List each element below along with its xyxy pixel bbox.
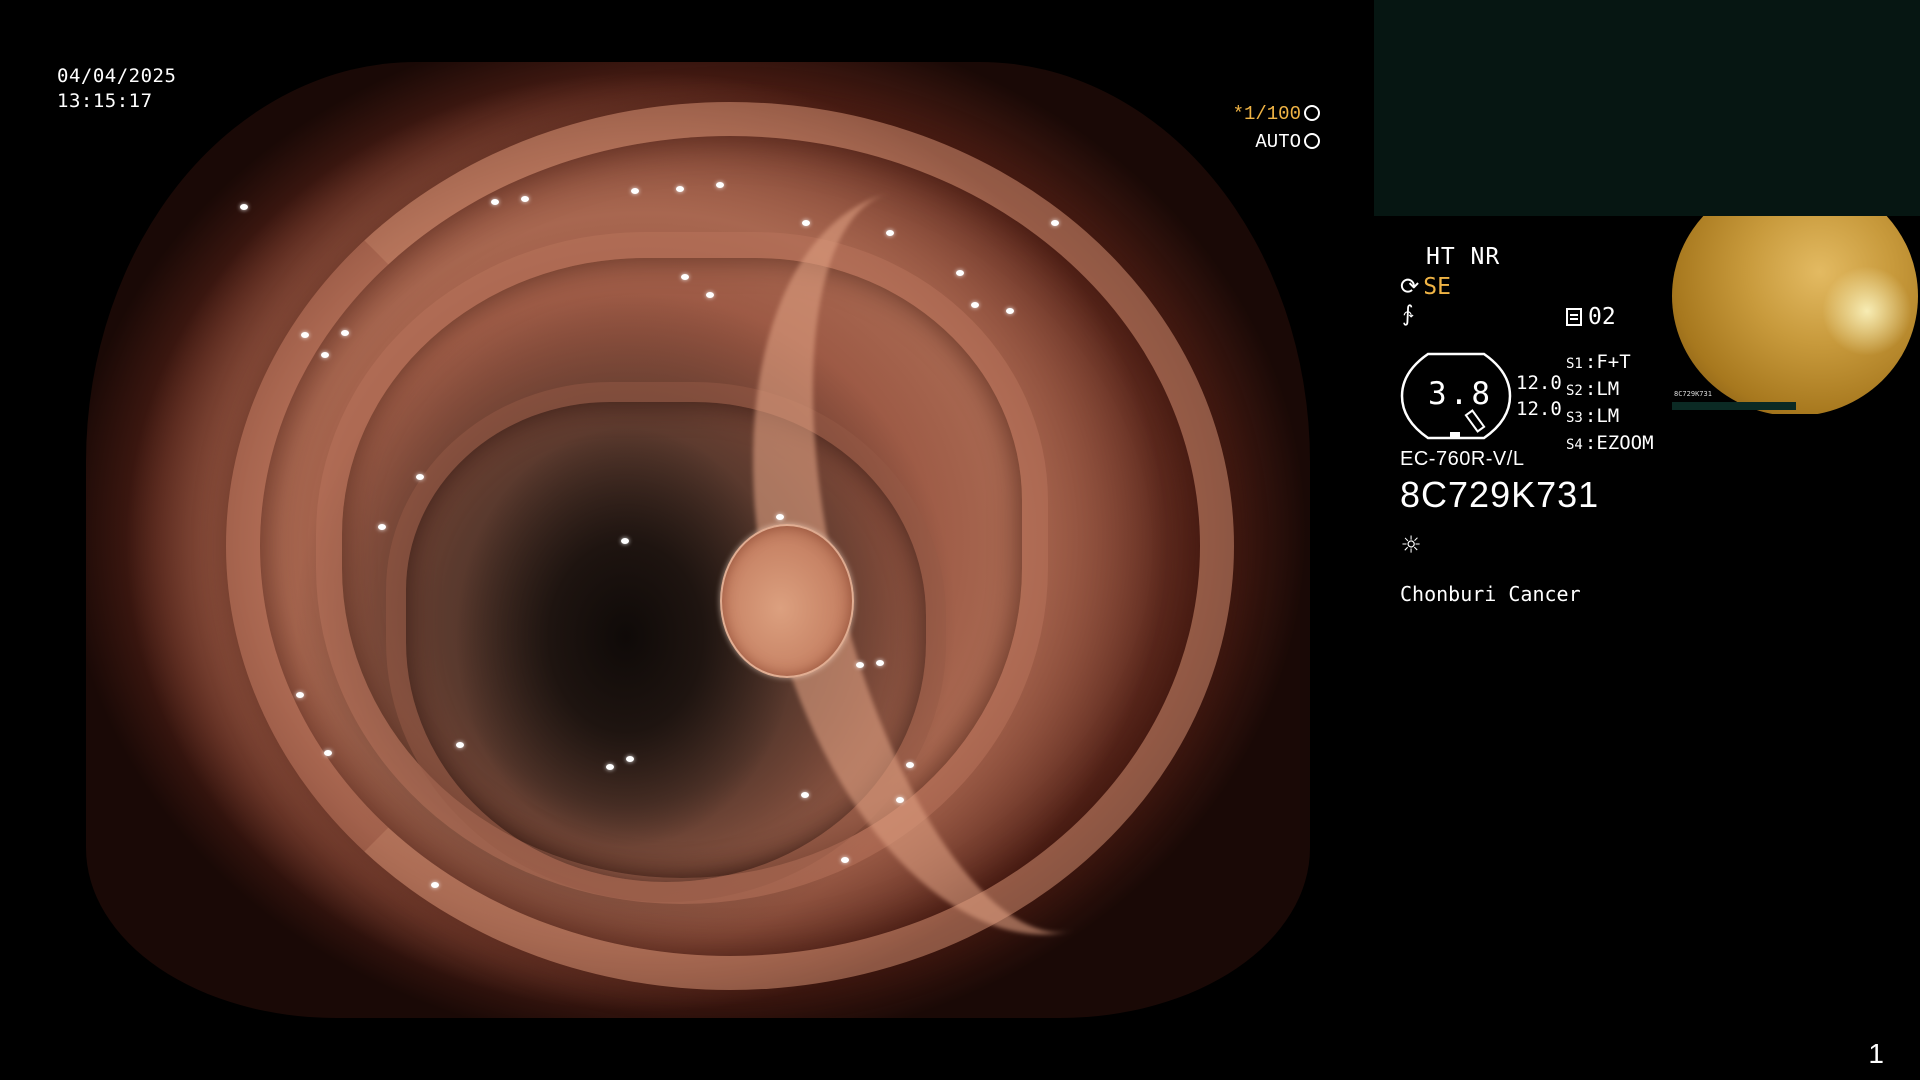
dial-marker (1450, 432, 1460, 438)
endoscopic-view (86, 62, 1310, 1018)
light-reflection (301, 332, 309, 338)
switch-value: LM (1596, 378, 1620, 400)
endoscopy-screen: 04/04/2025 13:15:17 *1/100 AUTO HT NR ⟳ S… (0, 0, 1920, 1080)
thumbnail-image (1672, 216, 1918, 414)
thumbnail-serial: 8C729K731 (1674, 390, 1712, 398)
switch-value: EZOOM (1596, 432, 1654, 454)
light-reflection (956, 270, 964, 276)
wb-icon (1304, 133, 1320, 149)
exposure-info: *1/100 AUTO (1233, 100, 1320, 156)
gain-value: 12.0 (1516, 372, 1562, 394)
thumbnail-bar (1672, 402, 1796, 410)
light-reflection (776, 514, 784, 520)
light-reflection (240, 204, 248, 210)
se-icon: ⟳ (1400, 274, 1420, 300)
switch-row: S1:F+T (1566, 351, 1631, 373)
light-reflection (896, 797, 904, 803)
light-reflection (324, 750, 332, 756)
light-reflection (456, 742, 464, 748)
light-reflection (606, 764, 614, 770)
exposure-mode: AUTO (1255, 131, 1301, 153)
light-reflection (621, 538, 629, 544)
light-reflection (1051, 220, 1059, 226)
light-reflection (378, 524, 386, 530)
scope-switches: S1:F+T S2:LM S3:LM S4:EZOOM (1566, 350, 1654, 458)
light-reflection (681, 274, 689, 280)
zoom-value: 3.8 (1428, 376, 1493, 412)
page-number: 1 (1868, 1038, 1884, 1069)
wave-icon: ∱ (1402, 302, 1414, 327)
date-label: 04/04/2025 (57, 65, 177, 87)
memory-row: 02 (1566, 304, 1616, 330)
iris-icon (1304, 105, 1320, 121)
scope-model: EC-760R-V/L (1400, 448, 1525, 470)
light-reflection (1006, 308, 1014, 314)
switch-key: S1 (1566, 356, 1583, 372)
switch-key: S4 (1566, 437, 1583, 453)
capture-thumbnail[interactable]: 8C729K731 (1672, 216, 1920, 414)
switch-key: S2 (1566, 383, 1583, 399)
gain-values: 12.0 12.0 (1516, 370, 1562, 422)
light-reflection (716, 182, 724, 188)
light-reflection (801, 792, 809, 798)
info-box (1374, 0, 1920, 216)
light-reflection (906, 762, 914, 768)
light-reflection (876, 660, 884, 666)
time-label: 13:15:17 (57, 90, 153, 112)
light-reflection (321, 352, 329, 358)
enhancement-row: ⟳ SE (1400, 274, 1451, 300)
switch-row: S3:LM (1566, 405, 1620, 427)
light-reflection (631, 188, 639, 194)
light-reflection (802, 220, 810, 226)
light-reflection (341, 330, 349, 336)
mode-flags: HT NR (1426, 244, 1501, 270)
scope-serial: 8C729K731 (1400, 474, 1600, 515)
gain-value: 12.0 (1516, 398, 1562, 420)
light-reflection (841, 857, 849, 863)
light-reflection (296, 692, 304, 698)
light-reflection (706, 292, 714, 298)
light-reflection (416, 474, 424, 480)
switch-value: F+T (1596, 351, 1631, 373)
light-reflection (491, 199, 499, 205)
date-time-stamp: 04/04/2025 13:15:17 (57, 64, 176, 114)
light-reflection (971, 302, 979, 308)
enhancement-label: SE (1423, 274, 1451, 300)
switch-key: S3 (1566, 410, 1583, 426)
light-reflection (676, 186, 684, 192)
light-reflection (856, 662, 864, 668)
switch-row: S2:LM (1566, 378, 1620, 400)
polyp-lesion (720, 524, 854, 678)
memory-icon (1566, 308, 1582, 326)
light-reflection (626, 756, 634, 762)
switch-row: S4:EZOOM (1566, 432, 1654, 454)
memory-value: 02 (1588, 304, 1616, 330)
hospital-name: Chonburi Cancer (1400, 582, 1581, 606)
light-reflection (521, 196, 529, 202)
light-reflection (886, 230, 894, 236)
shutter-speed: *1/100 (1232, 103, 1301, 125)
light-reflection (431, 882, 439, 888)
sun-icon: ☼ (1402, 528, 1421, 563)
switch-value: LM (1596, 405, 1620, 427)
